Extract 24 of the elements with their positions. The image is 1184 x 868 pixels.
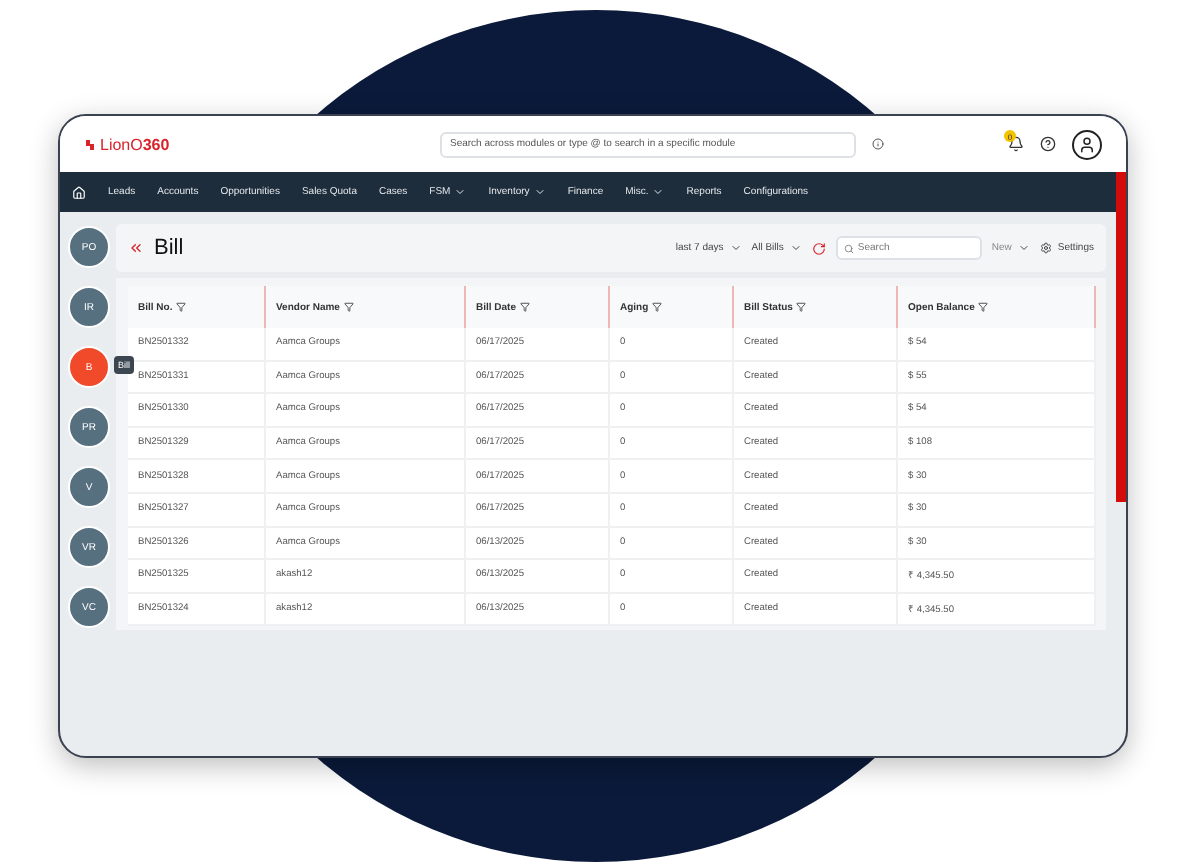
- chevron-icon: [533, 186, 546, 198]
- chevron-icon: [789, 242, 802, 254]
- chevron-icon: [454, 186, 467, 198]
- filter-icon[interactable]: [343, 302, 354, 312]
- filter-icon[interactable]: [176, 302, 187, 312]
- page-title: Bill: [154, 236, 184, 260]
- chevron-icon: [729, 242, 742, 254]
- filter-icon[interactable]: [978, 302, 989, 312]
- refresh-icon[interactable]: [811, 241, 826, 255]
- info-icon[interactable]: [872, 138, 884, 150]
- filter-icon[interactable]: [796, 302, 807, 312]
- logo-icon: [84, 137, 96, 151]
- filter-icon[interactable]: [520, 302, 531, 312]
- search-icon: [843, 243, 854, 253]
- home-icon[interactable]: [72, 185, 86, 199]
- back-icon[interactable]: [128, 240, 144, 256]
- help-icon[interactable]: [1040, 136, 1056, 152]
- gear-icon: [1039, 242, 1052, 254]
- logo: LionO360: [84, 135, 424, 153]
- avatar[interactable]: [1072, 129, 1102, 159]
- chevron-icon: [1017, 242, 1030, 254]
- filter-icon[interactable]: [652, 302, 663, 312]
- scrollbar[interactable]: [1116, 172, 1126, 502]
- chevron-icon: [652, 186, 665, 198]
